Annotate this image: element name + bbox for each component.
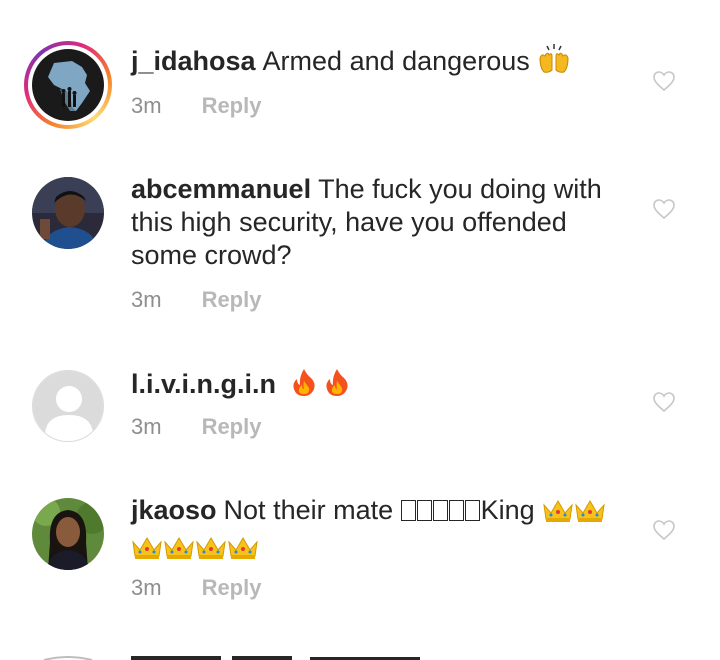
- comment-time: 3m: [131, 414, 162, 439]
- heart-outline-icon: [653, 199, 675, 220]
- comment-meta: 3m Reply: [131, 287, 261, 313]
- heart-outline-icon: [653, 71, 675, 92]
- crown-emoji: [163, 534, 195, 568]
- missing-glyphs: [400, 495, 481, 525]
- comment-text-line: The fuck you doing with: [318, 174, 602, 204]
- comment-text: King: [480, 495, 535, 525]
- comment-username[interactable]: l.i.v.i.n.g.i.n: [131, 369, 276, 399]
- crown-emoji: [574, 497, 606, 531]
- comment-meta: 3m Reply: [131, 575, 261, 601]
- avatar[interactable]: [32, 49, 104, 121]
- like-button[interactable]: [652, 198, 676, 220]
- comment-time: 3m: [131, 575, 162, 600]
- story-ring[interactable]: [24, 41, 112, 129]
- like-button[interactable]: [652, 519, 676, 541]
- comment-meta: 3m Reply: [131, 414, 261, 440]
- comment-meta: 3m Reply: [131, 93, 261, 119]
- next-comment-partial: [0, 644, 720, 660]
- reply-button[interactable]: Reply: [202, 287, 262, 312]
- like-button[interactable]: [652, 391, 676, 413]
- heart-outline-icon: [653, 392, 675, 413]
- comment-body: abcemmanuel The fuck you doing with this …: [131, 173, 631, 272]
- comment-username[interactable]: abcemmanuel: [131, 174, 311, 204]
- comment-body: l.i.v.i.n.g.i.n: [131, 367, 631, 405]
- heart-outline-icon: [653, 520, 675, 541]
- comment-username[interactable]: jkaoso: [131, 495, 217, 525]
- crown-emoji: [227, 534, 259, 568]
- raised-hands-emoji: [537, 44, 571, 82]
- like-button[interactable]: [652, 70, 676, 92]
- reply-button[interactable]: Reply: [202, 93, 262, 118]
- crown-emoji: [131, 534, 163, 568]
- comment-text-line: some crowd?: [131, 240, 292, 270]
- comment-time: 3m: [131, 287, 162, 312]
- comment-body: jkaoso Not their mate King: [131, 494, 631, 568]
- comment-text: Armed and dangerous: [262, 46, 530, 76]
- comment-body: j_idahosa Armed and dangerous: [131, 44, 631, 82]
- comment-username[interactable]: j_idahosa: [131, 46, 256, 76]
- comment-time: 3m: [131, 93, 162, 118]
- default-avatar-icon: [33, 371, 103, 441]
- fire-emoji: [324, 367, 350, 405]
- reply-button[interactable]: Reply: [202, 414, 262, 439]
- fire-emoji: [291, 367, 317, 405]
- comments-list: j_idahosa Armed and dangerous 3m Reply a…: [0, 0, 720, 660]
- avatar[interactable]: [32, 177, 104, 249]
- avatar[interactable]: [32, 370, 104, 442]
- comment-text: Not their mate: [223, 495, 394, 525]
- avatar[interactable]: [32, 498, 104, 570]
- crown-emoji: [195, 534, 227, 568]
- comment-text-line: this high security, have you offended: [131, 207, 567, 237]
- crown-emoji: [542, 497, 574, 531]
- reply-button[interactable]: Reply: [202, 575, 262, 600]
